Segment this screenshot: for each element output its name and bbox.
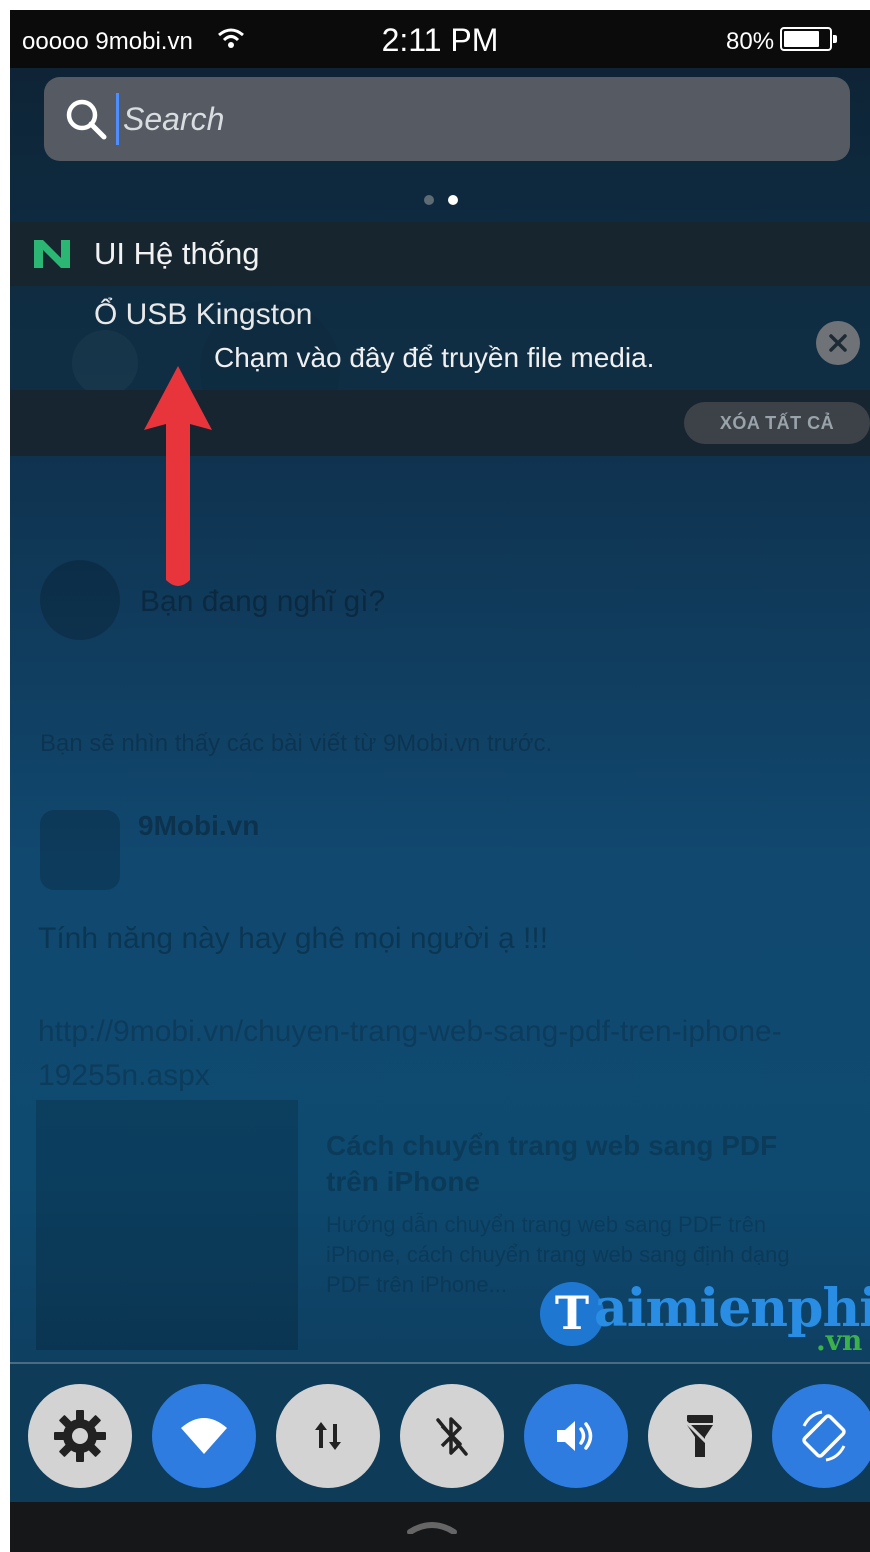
data-arrows-icon	[315, 1422, 341, 1450]
usb-notification[interactable]: Ổ USB Kingston Chạm vào đây để truyền fi…	[10, 286, 870, 390]
feed-post-text: Tính năng này hay ghê mọi người ạ !!!	[38, 922, 549, 955]
notification-actions-row: XÓA TẤT CẢ	[10, 390, 870, 456]
bottom-drawer-area	[10, 1502, 870, 1552]
feed-link-title: Cách chuyển trang web sang PDF trên iPho…	[326, 1130, 778, 1197]
rotate-icon	[802, 1410, 846, 1462]
gear-icon	[54, 1410, 106, 1462]
notification-title: Ổ USB Kingston	[94, 298, 313, 331]
notification-message: Chạm vào đây để truyền file media.	[214, 342, 655, 373]
feed-see-first-notice: Bạn sẽ nhìn thấy các bài viết từ 9Mobi.v…	[40, 730, 553, 757]
sound-toggle[interactable]	[524, 1384, 628, 1488]
status-bar: ooooo 9mobi.vn 2:11 PM 80%	[10, 10, 870, 68]
bluetooth-off-icon	[436, 1417, 468, 1456]
clear-all-button[interactable]: XÓA TẤT CẢ	[684, 402, 870, 444]
flashlight-icon	[683, 1415, 717, 1457]
search-input[interactable]	[116, 93, 756, 145]
feed-page-name: 9Mobi.vn	[138, 810, 260, 841]
quick-settings-toggles	[10, 1362, 870, 1502]
feed-link-thumbnail	[36, 1100, 298, 1350]
close-icon	[829, 334, 847, 352]
search-bar[interactable]	[44, 77, 850, 161]
feed-user-avatar	[40, 560, 120, 640]
search-icon	[64, 97, 108, 146]
drawer-handle[interactable]	[406, 1520, 458, 1539]
system-ui-app-icon	[32, 238, 72, 275]
page-dot-1	[424, 195, 434, 205]
page-indicator	[424, 195, 458, 205]
feed-post-url: http://9mobi.vn/chuyen-trang-web-sang-pd…	[38, 1015, 782, 1092]
page-dot-2	[448, 195, 458, 205]
wifi-toggle[interactable]	[152, 1384, 256, 1488]
battery-level-fill	[784, 31, 819, 47]
dismiss-notification-button[interactable]	[816, 321, 860, 365]
taimienphi-watermark: T aimienphi .vn	[540, 1278, 870, 1358]
flashlight-toggle[interactable]	[648, 1384, 752, 1488]
battery-percent: 80%	[726, 28, 775, 55]
notification-app-name: UI Hệ thống	[94, 236, 260, 271]
settings-toggle[interactable]	[28, 1384, 132, 1488]
mobile-data-toggle[interactable]	[276, 1384, 380, 1488]
bluetooth-toggle[interactable]	[400, 1384, 504, 1488]
battery-icon	[780, 27, 837, 51]
auto-rotate-toggle[interactable]	[772, 1384, 870, 1488]
phone-screen: Bạn đang nghĩ gì? Bạn sẽ nhìn thấy các b…	[10, 10, 870, 1552]
notification-header[interactable]: UI Hệ thống	[10, 222, 870, 286]
red-arrow-annotation	[140, 360, 216, 597]
feed-page-avatar	[40, 810, 120, 890]
speaker-icon	[557, 1421, 593, 1451]
watermark-suffix: .vn	[816, 1324, 863, 1357]
wifi-icon	[181, 1418, 227, 1454]
